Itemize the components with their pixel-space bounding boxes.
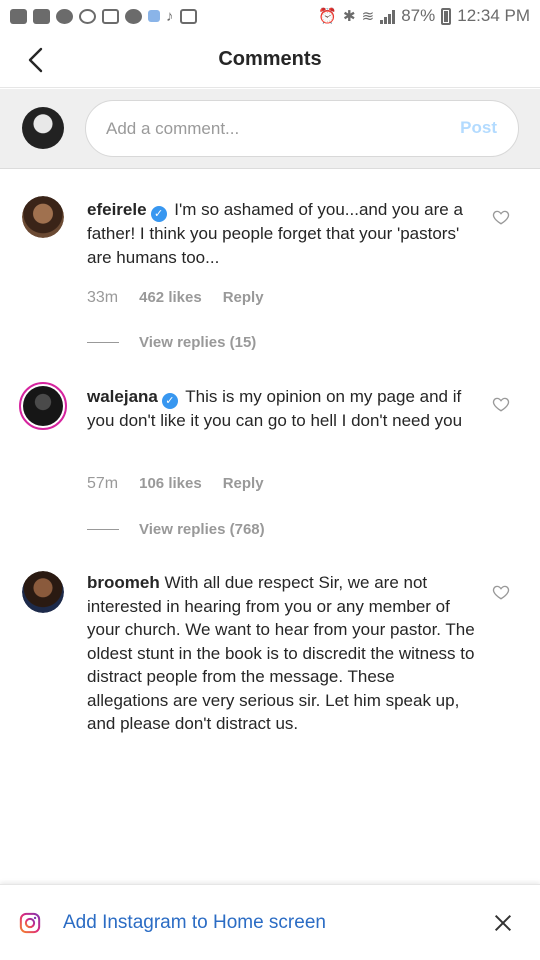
- view-replies-label: View replies (15): [139, 334, 257, 351]
- comment-likes[interactable]: 106 likes: [139, 475, 202, 492]
- status-bar: ♪ ⏰ ✱ ≋ 87% 12:34 PM: [0, 0, 540, 32]
- signal-icon: [380, 9, 396, 24]
- avatar[interactable]: [22, 571, 64, 613]
- calendar-icon: [179, 8, 197, 24]
- comment-meta: 33m 462 likes Reply: [87, 289, 264, 307]
- whatsapp-icon: [56, 8, 73, 24]
- comment-username[interactable]: efeirele: [87, 200, 147, 219]
- page-title: Comments: [218, 48, 322, 70]
- heart-icon[interactable]: [492, 395, 510, 413]
- notification-icons: ♪: [10, 8, 197, 25]
- comment-box: Post: [85, 100, 519, 157]
- divider: [87, 529, 119, 530]
- view-replies-button[interactable]: View replies (768): [87, 521, 265, 538]
- battery-percent: 87%: [401, 6, 436, 25]
- gallery-icon: [102, 8, 119, 24]
- post-button[interactable]: Post: [460, 118, 497, 138]
- wifi-icon: ≋: [361, 8, 375, 25]
- alarm-icon: ⏰: [318, 8, 338, 25]
- heart-icon[interactable]: [492, 583, 510, 601]
- add-to-home-banner: Add Instagram to Home screen: [0, 884, 540, 960]
- battery-icon: [441, 7, 452, 25]
- comment-composer: Post: [0, 89, 540, 169]
- bluetooth-icon: ✱: [343, 8, 356, 25]
- avatar[interactable]: [22, 196, 64, 238]
- verified-badge-icon: ✓: [161, 393, 178, 409]
- comment-username[interactable]: broomeh: [87, 573, 160, 592]
- whatsapp-icon: [79, 8, 96, 24]
- avatar[interactable]: [19, 382, 67, 430]
- current-user-avatar: [22, 107, 64, 149]
- mail-icon: [33, 8, 50, 24]
- reply-button[interactable]: Reply: [223, 289, 264, 306]
- add-to-home-link[interactable]: Add Instagram to Home screen: [63, 912, 326, 934]
- comment-meta: 57m 106 likes Reply: [87, 475, 264, 493]
- comment-time: 57m: [87, 475, 119, 492]
- comment-time: 33m: [87, 289, 119, 306]
- chat-icon: [10, 8, 27, 24]
- comment-message: With all due respect Sir, we are not int…: [87, 573, 475, 733]
- header: Comments: [0, 32, 540, 88]
- comment-likes[interactable]: 462 likes: [139, 289, 202, 306]
- comment-text: walejana ✓ This is my opinion on my page …: [87, 385, 479, 433]
- view-replies-button[interactable]: View replies (15): [87, 334, 256, 351]
- system-status: ⏰ ✱ ≋ 87% 12:34 PM: [318, 6, 530, 26]
- messenger-icon: [125, 8, 142, 24]
- comment-username[interactable]: walejana: [87, 387, 158, 406]
- comment-text: efeirele ✓ I'm so ashamed of you...and yo…: [87, 198, 479, 269]
- dropbox-icon: [148, 10, 160, 22]
- comment-text: broomeh With all due respect Sir, we are…: [87, 571, 479, 736]
- verified-badge-icon: ✓: [150, 206, 167, 222]
- clock: 12:34 PM: [457, 6, 530, 25]
- close-icon[interactable]: [492, 912, 514, 934]
- comment-input[interactable]: [106, 101, 426, 156]
- view-replies-label: View replies (768): [139, 521, 265, 538]
- divider: [87, 342, 119, 343]
- instagram-icon: [19, 912, 41, 934]
- heart-icon[interactable]: [492, 208, 510, 226]
- reply-button[interactable]: Reply: [223, 475, 264, 492]
- music-note-icon: ♪: [166, 7, 174, 25]
